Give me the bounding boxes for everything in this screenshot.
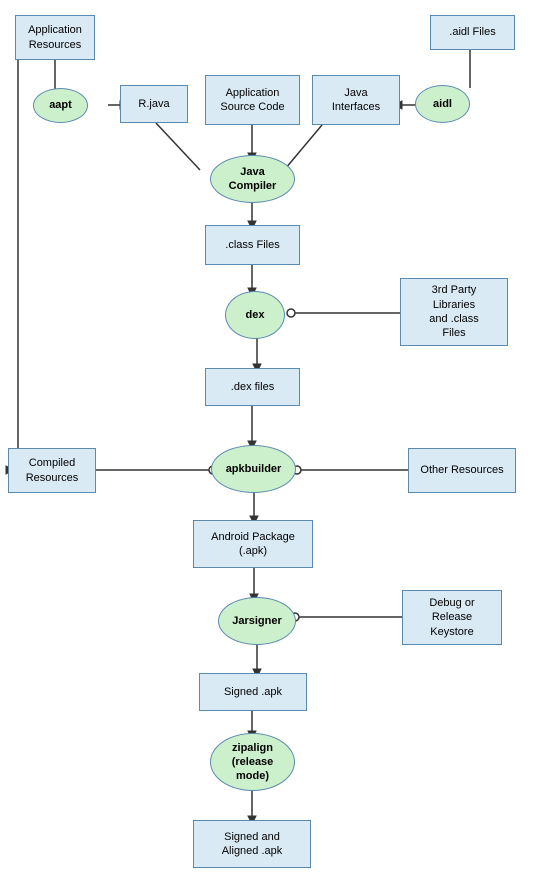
diagram: ApplicationResources .aidl Files aapt R.… (0, 0, 536, 882)
third-party-box: 3rd PartyLibrariesand .classFiles (400, 278, 508, 346)
apkbuilder-ellipse: apkbuilder (211, 445, 296, 493)
other-resources-box: Other Resources (408, 448, 516, 493)
java-compiler-ellipse: JavaCompiler (210, 155, 295, 203)
dex-files-box: .dex files (205, 368, 300, 406)
zipalign-ellipse: zipalign(releasemode) (210, 733, 295, 791)
java-interfaces-box: JavaInterfaces (312, 75, 400, 125)
dex-ellipse: dex (225, 291, 285, 339)
app-resources-box: ApplicationResources (15, 15, 95, 60)
debug-keystore-box: Debug orReleaseKeystore (402, 590, 502, 645)
aapt-ellipse: aapt (33, 88, 88, 123)
class-files-box: .class Files (205, 225, 300, 265)
rjava-box: R.java (120, 85, 188, 123)
compiled-resources-box: CompiledResources (8, 448, 96, 493)
signed-aligned-box: Signed andAligned .apk (193, 820, 311, 868)
aidl-ellipse: aidl (415, 85, 470, 123)
jarsigner-ellipse: Jarsigner (218, 597, 296, 645)
aidl-files-box: .aidl Files (430, 15, 515, 50)
signed-apk-box: Signed .apk (199, 673, 307, 711)
android-package-box: Android Package(.apk) (193, 520, 313, 568)
app-source-box: ApplicationSource Code (205, 75, 300, 125)
